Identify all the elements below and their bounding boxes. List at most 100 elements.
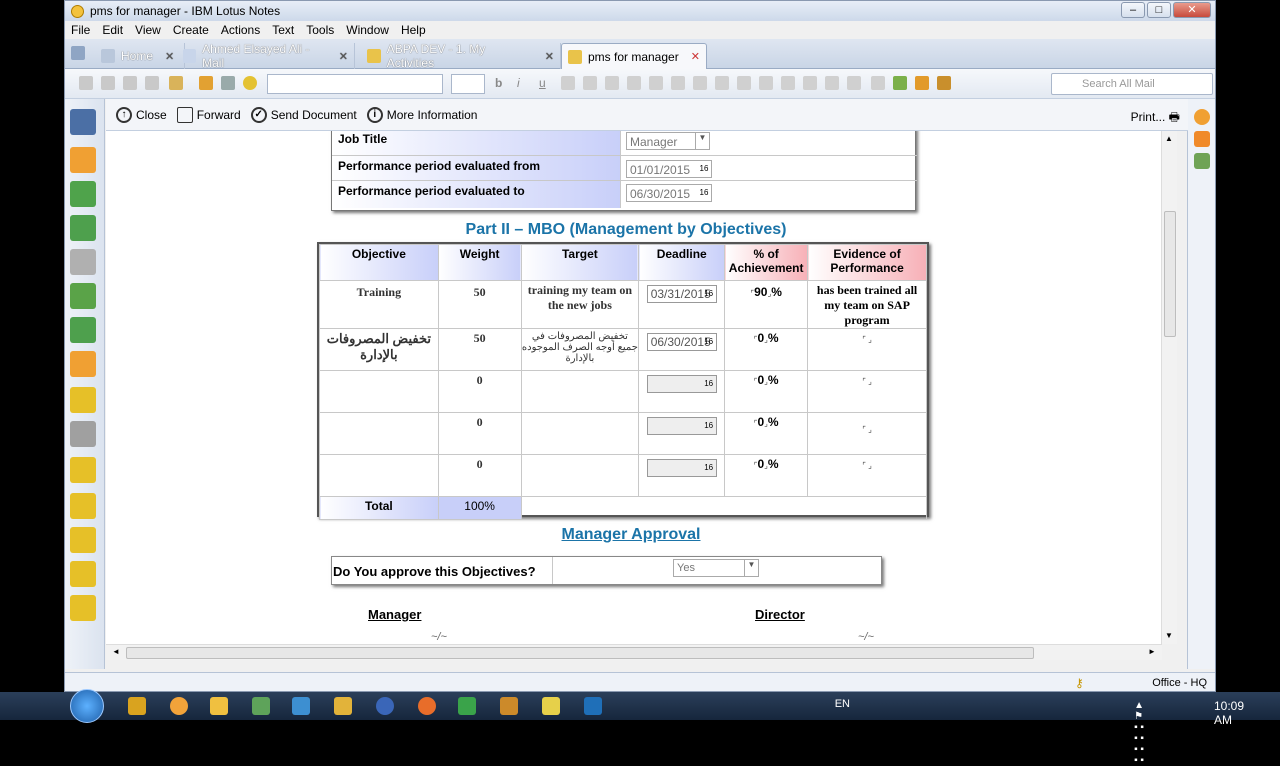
target-cell[interactable]: training my team on the new jobs bbox=[520, 280, 640, 329]
objective-cell[interactable]: Training bbox=[319, 280, 439, 329]
align-left-icon[interactable] bbox=[671, 76, 685, 90]
key-icon[interactable]: ⚷ bbox=[1075, 676, 1084, 690]
tray-icons[interactable]: ▲ ⚑ ▪ ▪ ▪ ▪ ▪ ▪ ▪ ▪ bbox=[1134, 700, 1144, 766]
menu-window[interactable]: Window bbox=[346, 23, 389, 37]
outdent-icon[interactable] bbox=[649, 76, 663, 90]
calendar-icon[interactable]: 16 bbox=[697, 185, 711, 201]
target-cell[interactable] bbox=[520, 412, 640, 455]
folder-icon[interactable] bbox=[70, 527, 96, 553]
approval-select[interactable]: Yes ▼ bbox=[673, 559, 759, 577]
scroll-thumb[interactable] bbox=[1164, 211, 1176, 337]
font-combo[interactable] bbox=[267, 74, 443, 94]
app-icon[interactable] bbox=[292, 697, 310, 715]
table-icon[interactable] bbox=[781, 76, 795, 90]
scroll-left-icon[interactable]: ◄ bbox=[112, 647, 120, 656]
deadline-field[interactable]: 06/30/2015 16 bbox=[646, 333, 717, 351]
calendar-icon[interactable] bbox=[70, 215, 96, 241]
period-to-field[interactable]: 06/30/2015 16 bbox=[626, 184, 712, 202]
period-from-field[interactable]: 01/01/2015 16 bbox=[626, 160, 712, 178]
menu-actions[interactable]: Actions bbox=[221, 23, 260, 37]
print-button[interactable]: Print... 🖶 bbox=[1131, 108, 1180, 129]
bold-icon[interactable]: b bbox=[495, 76, 509, 90]
maximize-button[interactable]: □ bbox=[1147, 2, 1171, 18]
clock[interactable]: 10:09 AM bbox=[1214, 699, 1244, 727]
size-combo[interactable] bbox=[451, 74, 485, 94]
language-indicator[interactable]: EN bbox=[835, 698, 850, 710]
vertical-scrollbar[interactable]: ▲ ▼ bbox=[1161, 131, 1177, 644]
italic-icon[interactable]: i bbox=[517, 76, 531, 90]
start-button[interactable] bbox=[70, 689, 104, 723]
indent-icon[interactable] bbox=[627, 76, 641, 90]
tab-home[interactable]: Home ✕ bbox=[95, 43, 185, 69]
menu-text[interactable]: Text bbox=[272, 23, 294, 37]
check-icon[interactable] bbox=[893, 76, 907, 90]
contacts-icon[interactable] bbox=[70, 249, 96, 275]
image-icon[interactable] bbox=[803, 76, 817, 90]
lotus-notes-icon[interactable] bbox=[170, 697, 188, 715]
evidence-cell[interactable]: ⌜ ⌟ bbox=[807, 412, 927, 455]
folder-icon[interactable] bbox=[70, 457, 96, 483]
menu-view[interactable]: View bbox=[135, 23, 161, 37]
media-player-icon[interactable] bbox=[210, 697, 228, 715]
paste-special-icon[interactable] bbox=[145, 76, 159, 90]
close-window-button[interactable]: ✕ bbox=[1173, 2, 1211, 18]
app-icon[interactable] bbox=[584, 697, 602, 715]
scroll-right-icon[interactable]: ► bbox=[1148, 647, 1156, 656]
target-cell[interactable]: تخفيض المصروفات في جميع أوجه الصرف الموج… bbox=[520, 328, 640, 371]
tab-mail[interactable]: Ahmed Elsayed Ali - Mail ✕ bbox=[177, 42, 355, 70]
sametime-icon[interactable] bbox=[1194, 109, 1210, 125]
style-icon[interactable] bbox=[759, 76, 773, 90]
mail-folder-icon[interactable] bbox=[70, 561, 96, 587]
objective-cell[interactable] bbox=[319, 412, 439, 455]
weight-cell[interactable]: 50 bbox=[437, 280, 522, 329]
more-information-button[interactable]: i More Information bbox=[366, 106, 477, 123]
weight-cell[interactable]: 0 bbox=[437, 412, 522, 455]
tab-activities[interactable]: ABPA DEV - 1. My Activities ✕ bbox=[361, 42, 561, 70]
forward-button[interactable]: Forward bbox=[176, 106, 241, 123]
evidence-cell[interactable]: has been trained all my team on SAP prog… bbox=[807, 280, 927, 329]
cut-icon[interactable] bbox=[79, 76, 93, 90]
link-icon[interactable] bbox=[825, 76, 839, 90]
evidence-cell[interactable]: ⌜ ⌟ bbox=[807, 454, 927, 497]
weight-cell[interactable]: 0 bbox=[437, 454, 522, 497]
target-cell[interactable] bbox=[520, 454, 640, 497]
achievement-cell[interactable]: ⌜90⌟% bbox=[724, 280, 809, 329]
home-bookmark-icon[interactable] bbox=[70, 147, 96, 173]
send-document-button[interactable]: ✓ Send Document bbox=[250, 106, 357, 123]
deadline-field[interactable]: 16 bbox=[646, 375, 717, 393]
close-tab-icon[interactable]: ✕ bbox=[339, 50, 348, 63]
save-icon[interactable] bbox=[199, 76, 213, 90]
bookmark-icon[interactable] bbox=[915, 76, 929, 90]
strikethrough-icon[interactable] bbox=[561, 76, 575, 90]
evidence-cell[interactable]: ⌜ ⌟ bbox=[807, 328, 927, 371]
calendar-icon[interactable]: 16 bbox=[702, 376, 716, 392]
bullets-icon[interactable] bbox=[583, 76, 597, 90]
calendar-icon[interactable]: 16 bbox=[702, 460, 716, 476]
status-icon[interactable] bbox=[243, 76, 257, 90]
align-right-icon[interactable] bbox=[715, 76, 729, 90]
calendar-icon[interactable]: 16 bbox=[702, 286, 716, 302]
achievement-cell[interactable]: ⌜0⌟% bbox=[724, 454, 809, 497]
objective-cell[interactable] bbox=[319, 454, 439, 497]
weight-cell[interactable]: 0 bbox=[437, 370, 522, 413]
scroll-down-icon[interactable]: ▼ bbox=[1165, 631, 1173, 640]
scroll-thumb[interactable] bbox=[126, 647, 1034, 659]
app-icon[interactable] bbox=[376, 697, 394, 715]
open-list-icon[interactable] bbox=[71, 46, 85, 60]
attach-icon[interactable] bbox=[847, 76, 861, 90]
close-button[interactable]: ↑ Close bbox=[116, 106, 167, 123]
search-input[interactable]: Search All Mail bbox=[1051, 73, 1213, 95]
justify-icon[interactable] bbox=[737, 76, 751, 90]
folder-icon[interactable] bbox=[70, 493, 96, 519]
sync-icon[interactable] bbox=[70, 317, 96, 343]
calendar-icon[interactable]: 16 bbox=[702, 418, 716, 434]
app-icon[interactable] bbox=[542, 697, 560, 715]
paste-icon[interactable] bbox=[123, 76, 137, 90]
horizontal-scrollbar[interactable]: ◄ ► bbox=[106, 644, 1162, 660]
deadline-field[interactable]: 16 bbox=[646, 417, 717, 435]
firefox-icon[interactable] bbox=[418, 697, 436, 715]
spell-icon[interactable] bbox=[871, 76, 885, 90]
binoculars-icon[interactable] bbox=[70, 109, 96, 135]
location-selector[interactable]: Office - HQ bbox=[1152, 677, 1207, 689]
calendar-icon[interactable] bbox=[1194, 153, 1210, 169]
